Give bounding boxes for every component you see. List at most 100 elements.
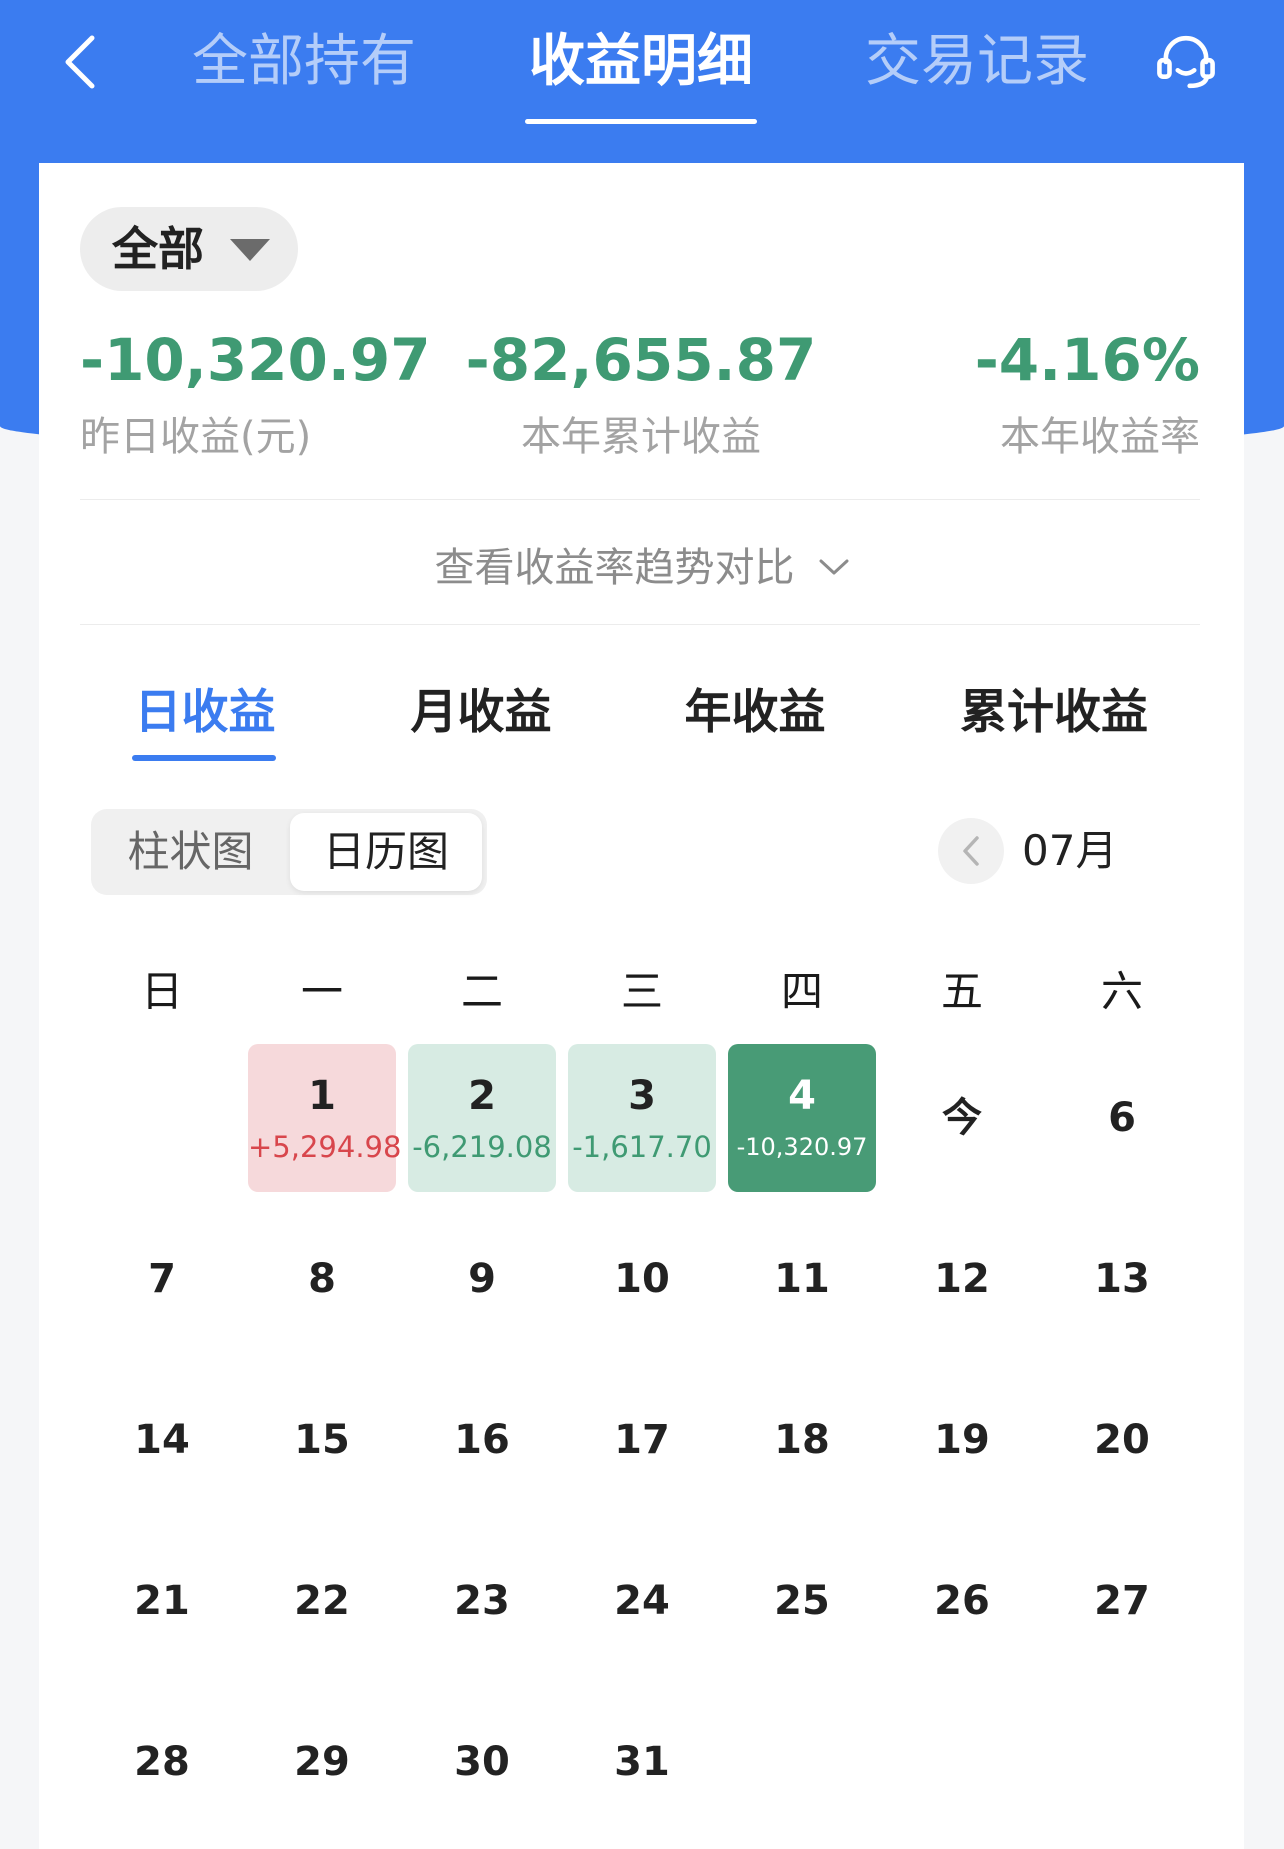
- calendar-day-number: 4: [788, 1073, 816, 1119]
- stat-yesterday-value: -10,320.97: [80, 326, 431, 394]
- calendar-day-number: 今: [942, 1095, 982, 1141]
- stat-ytd-rate-label: 本年收益率: [1000, 414, 1200, 460]
- calendar-day[interactable]: 13: [1042, 1199, 1202, 1360]
- calendar-day-earnings-box: 3 -1,617.70: [568, 1044, 716, 1192]
- calendar-day-number: 1: [308, 1073, 336, 1119]
- calendar-day-number: 10: [614, 1256, 670, 1302]
- tab-monthly-earnings[interactable]: 月收益: [361, 683, 601, 743]
- calendar-day[interactable]: 26: [882, 1521, 1042, 1682]
- calendar-day-number: 15: [294, 1417, 350, 1463]
- calendar-day-number: 26: [934, 1578, 990, 1624]
- calendar-day-number: 25: [774, 1578, 830, 1624]
- chevron-left-icon: [963, 836, 979, 866]
- calendar-day[interactable]: 14: [82, 1360, 242, 1521]
- calendar-day[interactable]: 6: [1042, 1038, 1202, 1199]
- calendar-day-number: 19: [934, 1417, 990, 1463]
- month-label: 07月: [1022, 826, 1118, 875]
- calendar-day-number: 11: [774, 1256, 830, 1302]
- weekday-header: 日 一 二 三 四 五 六: [82, 968, 1202, 1016]
- calendar-day-amount: +5,294.98: [248, 1130, 402, 1164]
- calendar-day[interactable]: 24: [562, 1521, 722, 1682]
- divider: [80, 624, 1200, 625]
- trend-compare-toggle[interactable]: 查看收益率趋势对比: [39, 544, 1244, 592]
- calendar-day[interactable]: 12: [882, 1199, 1042, 1360]
- stat-ytd-total-label: 本年累计收益: [521, 414, 761, 460]
- period-tab-indicator: [132, 755, 276, 761]
- calendar-day[interactable]: 17: [562, 1360, 722, 1521]
- calendar-day[interactable]: 22: [242, 1521, 402, 1682]
- weekday-label: 一: [300, 967, 343, 1016]
- calendar-day-number: 13: [1094, 1256, 1150, 1302]
- calendar-empty-cell: [722, 1682, 882, 1843]
- calendar-day[interactable]: 1 +5,294.98: [242, 1038, 402, 1199]
- calendar-day[interactable]: 30: [402, 1682, 562, 1843]
- calendar-day[interactable]: 25: [722, 1521, 882, 1682]
- weekday-label: 二: [460, 967, 503, 1016]
- calendar-day[interactable]: 20: [1042, 1360, 1202, 1521]
- tab-cumulative-earnings[interactable]: 累计收益: [934, 683, 1174, 743]
- calendar-day[interactable]: 31: [562, 1682, 722, 1843]
- calendar-day-number: 14: [134, 1417, 190, 1463]
- calendar-day[interactable]: 3 -1,617.70: [562, 1038, 722, 1199]
- calendar-day-number: 27: [1094, 1578, 1150, 1624]
- calendar-day[interactable]: 2 -6,219.08: [402, 1038, 562, 1199]
- calendar-empty-cell: [882, 1682, 1042, 1843]
- calendar-day[interactable]: 28: [82, 1682, 242, 1843]
- view-option-calendar[interactable]: 日历图: [290, 813, 482, 891]
- calendar-day[interactable]: 23: [402, 1521, 562, 1682]
- calendar-day[interactable]: 18: [722, 1360, 882, 1521]
- calendar-day-number: 29: [294, 1739, 350, 1785]
- view-toggle: 柱状图 日历图: [91, 809, 487, 895]
- calendar-day[interactable]: 4 -10,320.97: [722, 1038, 882, 1199]
- calendar-day[interactable]: 8: [242, 1199, 402, 1360]
- chevron-left-icon[interactable]: [60, 32, 100, 92]
- tab-transactions[interactable]: 交易记录: [837, 27, 1117, 97]
- stat-yesterday-label: 昨日收益(元): [80, 414, 312, 460]
- tab-yearly-earnings[interactable]: 年收益: [635, 683, 875, 743]
- tab-holdings[interactable]: 全部持有: [164, 27, 444, 97]
- calendar-day-number: 23: [454, 1578, 510, 1624]
- calendar-day-earnings-box: 1 +5,294.98: [248, 1044, 402, 1192]
- calendar-day-number: 22: [294, 1578, 350, 1624]
- stat-ytd-rate: -4.16% 本年收益率: [975, 327, 1200, 461]
- calendar-day[interactable]: 21: [82, 1521, 242, 1682]
- weekday-label: 四: [780, 967, 823, 1016]
- calendar-day[interactable]: 16: [402, 1360, 562, 1521]
- calendar-day[interactable]: 9: [402, 1199, 562, 1360]
- calendar-day-number: 12: [934, 1256, 990, 1302]
- calendar-day-number: 21: [134, 1578, 190, 1624]
- divider: [80, 499, 1200, 500]
- calendar-day[interactable]: 19: [882, 1360, 1042, 1521]
- tab-daily-earnings[interactable]: 日收益: [85, 683, 325, 743]
- calendar-day-number: 28: [134, 1739, 190, 1785]
- account-filter-label: 全部: [112, 222, 204, 276]
- calendar-day-number: 2: [468, 1073, 496, 1119]
- calendar-day[interactable]: 11: [722, 1199, 882, 1360]
- headset-icon[interactable]: [1153, 29, 1219, 95]
- active-tab-indicator: [525, 119, 757, 124]
- calendar-day[interactable]: 7: [82, 1199, 242, 1360]
- calendar-day-number: 17: [614, 1417, 670, 1463]
- calendar-empty-cell: [1042, 1682, 1202, 1843]
- calendar-day-number: 7: [148, 1256, 176, 1302]
- calendar-day-number: 9: [468, 1256, 496, 1302]
- calendar-day-number: 31: [614, 1739, 670, 1785]
- trend-compare-label: 查看收益率趋势对比: [434, 545, 795, 591]
- calendar-day-earnings-box: 4 -10,320.97: [728, 1044, 876, 1192]
- weekday-label: 六: [1100, 967, 1143, 1016]
- stat-yesterday: -10,320.97 昨日收益(元): [80, 327, 431, 461]
- calendar-day-today[interactable]: 今: [882, 1038, 1042, 1199]
- calendar-day[interactable]: 15: [242, 1360, 402, 1521]
- calendar-day[interactable]: 27: [1042, 1521, 1202, 1682]
- stat-ytd-total: -82,655.87 本年累计收益: [391, 327, 891, 461]
- calendar-day[interactable]: 29: [242, 1682, 402, 1843]
- calendar-day-amount: -6,219.08: [412, 1130, 552, 1164]
- calendar-day-number: 20: [1094, 1417, 1150, 1463]
- calendar-day-number: 6: [1108, 1095, 1136, 1141]
- prev-month-button[interactable]: [938, 818, 1004, 884]
- account-filter-dropdown[interactable]: 全部: [80, 207, 298, 291]
- tab-earnings-detail[interactable]: 收益明细: [501, 27, 781, 97]
- calendar-day-number: 16: [454, 1417, 510, 1463]
- view-option-bar-chart[interactable]: 柱状图: [91, 809, 290, 895]
- calendar-day[interactable]: 10: [562, 1199, 722, 1360]
